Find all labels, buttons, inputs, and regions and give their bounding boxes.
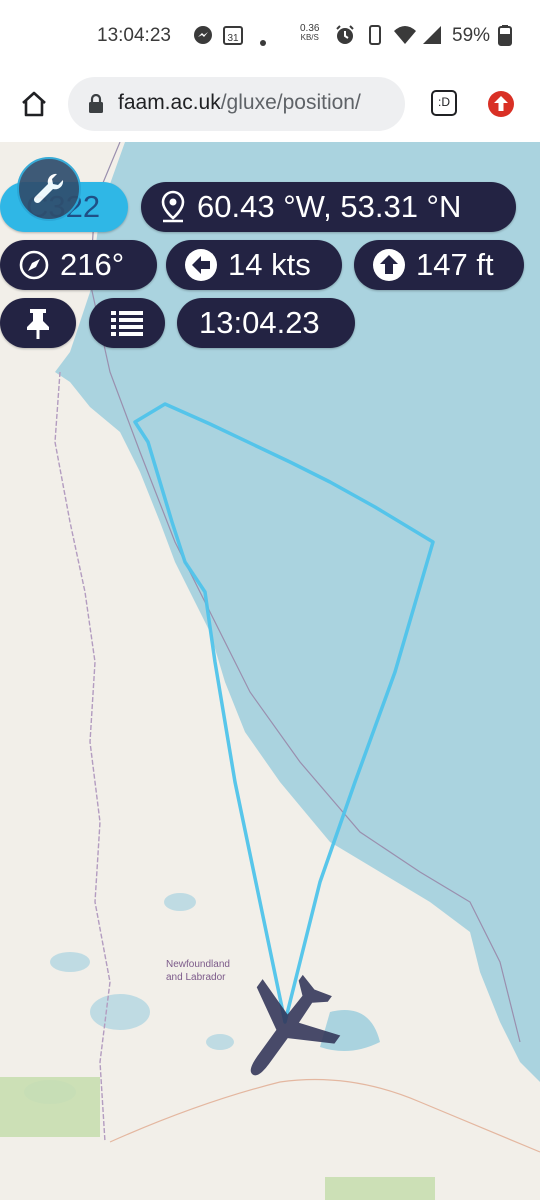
arrow-left-circle-icon [185,249,217,281]
network-speed-unit: KB/S [300,33,319,42]
wrench-icon [33,173,64,204]
region-label: Newfoundland and Labrador [166,958,230,984]
calendar-icon: 31 [222,24,244,52]
signal-icon [421,24,445,52]
url-host: faam.ac.uk [118,91,221,114]
status-time: 13:04:23 [97,25,171,46]
network-speed: 0.36 KB/S [300,23,320,43]
altitude-pill: 147 ft [354,240,524,290]
park-area [325,1177,435,1200]
home-icon[interactable] [20,90,48,123]
status-bar: 13:04:23 31 0.36 KB/S 59% [0,0,540,70]
location-pin-icon [161,190,185,223]
battery-icon [498,24,512,52]
compass-icon [19,250,49,280]
url-path: /gluxe/position/ [220,91,361,114]
time-pill: 13:04.23 [177,298,355,348]
arrow-up-circle-icon [373,249,405,281]
lock-icon [88,93,104,119]
region-label-line2: and Labrador [166,972,226,983]
heading-pill: 216° [0,240,157,290]
phone-icon [367,24,383,52]
tab-switcher-label: :D [438,95,450,109]
settings-button[interactable] [17,157,81,221]
update-icon[interactable] [487,90,515,123]
messenger-icon [192,24,214,52]
altitude-text: 147 ft [416,247,494,282]
thumbtack-icon [27,309,49,339]
url-text: faam.ac.uk/gluxe/position/ [118,91,361,115]
heading-text: 216° [60,247,125,282]
calendar-day: 31 [227,33,239,44]
speed-text: 14 kts [228,247,311,282]
position-pill: 60.43 °W, 53.31 °N [141,182,516,232]
list-button[interactable] [89,298,165,348]
time-text: 13:04.23 [199,305,320,340]
pin-button[interactable] [0,298,76,348]
region-label-line1: Newfoundland [166,959,230,970]
address-bar[interactable]: faam.ac.uk/gluxe/position/ [68,77,405,131]
battery-percent: 59% [452,25,491,46]
alarm-icon [334,24,356,52]
browser-toolbar: faam.ac.uk/gluxe/position/ :D [0,70,540,142]
park-area [0,1077,100,1137]
speed-pill: 14 kts [166,240,342,290]
notification-dot-icon [259,31,267,53]
tab-switcher-button[interactable]: :D [431,90,457,116]
position-text: 60.43 °W, 53.31 °N [197,189,462,224]
list-icon [111,311,143,336]
network-speed-value: 0.36 [300,23,320,34]
wifi-icon [393,24,417,52]
